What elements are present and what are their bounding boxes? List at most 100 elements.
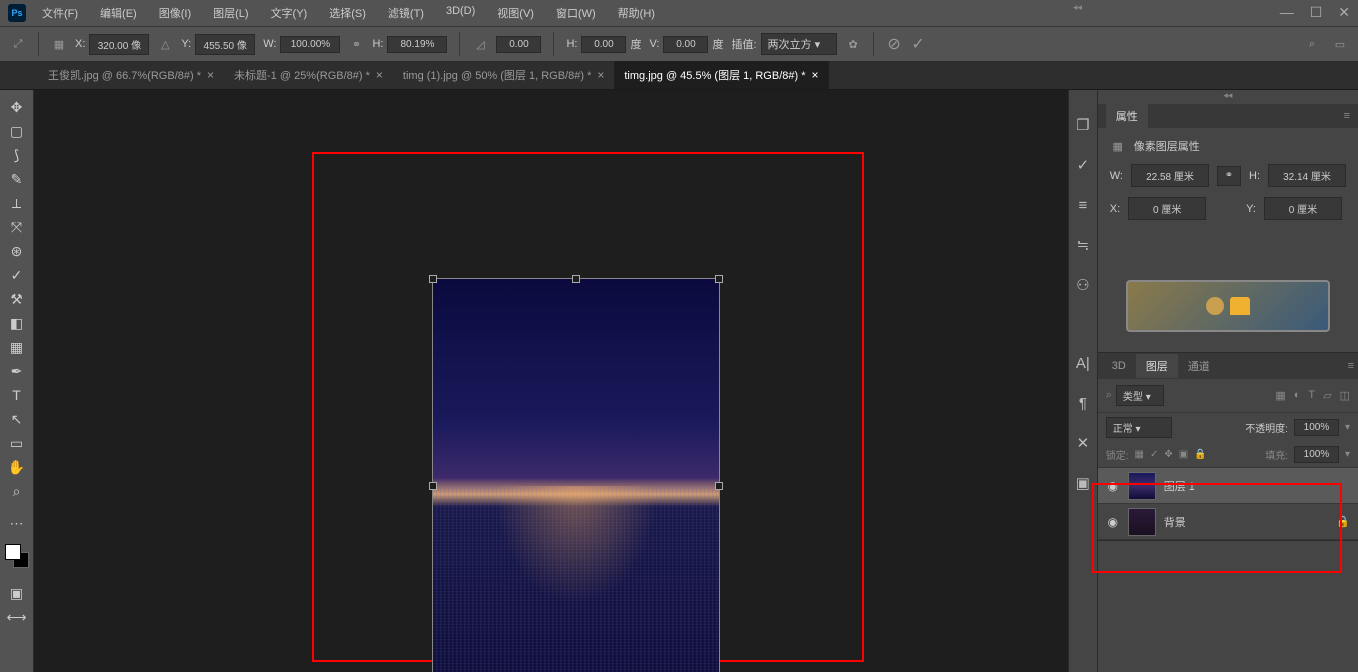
blend-mode-select[interactable]: 正常 ▾ [1106, 417, 1172, 438]
document-tab[interactable]: 王俊凯.jpg @ 66.7%(RGB/8#) *× [38, 61, 224, 89]
link-dimensions-icon[interactable]: ⚭ [1217, 166, 1241, 186]
close-icon[interactable]: × [597, 68, 604, 82]
actions-icon[interactable]: ⚇ [1072, 274, 1094, 296]
link-wh-icon[interactable]: ⚭ [348, 36, 364, 52]
menu-3d[interactable]: 3D(D) [442, 3, 479, 23]
history-icon[interactable]: ❐ [1072, 114, 1094, 136]
tab-channels[interactable]: 通道 [1178, 354, 1220, 378]
angle-input[interactable]: 0.00 [496, 36, 541, 53]
menu-window[interactable]: 窗口(W) [552, 3, 600, 23]
zoom-tool[interactable]: ⌕ [4, 480, 30, 502]
prop-w-input[interactable]: 22.58 厘米 [1131, 164, 1209, 187]
menu-file[interactable]: 文件(F) [38, 3, 82, 23]
close-icon[interactable]: × [812, 68, 819, 82]
workspace-icon[interactable]: ▭ [1332, 36, 1348, 52]
marquee-tool[interactable]: ▢ [4, 120, 30, 142]
fg-color[interactable] [5, 544, 21, 560]
prop-h-input[interactable]: 32.14 厘米 [1268, 164, 1346, 187]
swatches-icon[interactable]: ≡ [1072, 194, 1094, 216]
path-tool[interactable]: ↖ [4, 408, 30, 430]
x-input[interactable]: 320.00 像 [89, 34, 149, 55]
menu-type[interactable]: 文字(Y) [267, 3, 312, 23]
lock-artboard-icon[interactable]: ▣ [1179, 449, 1188, 460]
prop-y-input[interactable]: 0 厘米 [1264, 197, 1342, 220]
close-button[interactable]: ✕ [1338, 4, 1350, 21]
y-input[interactable]: 455.50 像 [195, 34, 255, 55]
clone-tool[interactable]: ⚒ [4, 288, 30, 310]
quickmask-tool[interactable]: ▣ [4, 582, 30, 604]
prop-x-input[interactable]: 0 厘米 [1128, 197, 1206, 220]
menu-filter[interactable]: 滤镜(T) [384, 3, 428, 23]
quick-select-tool[interactable]: ✎ [4, 168, 30, 190]
move-tool[interactable]: ✥ [4, 96, 30, 118]
lock-position-icon[interactable]: ✥ [1164, 449, 1172, 460]
canvas[interactable] [34, 90, 1068, 672]
skew-h-input[interactable]: 0.00 [581, 36, 626, 53]
document-tab[interactable]: timg.jpg @ 45.5% (图层 1, RGB/8#) *× [614, 61, 828, 89]
canvas-image[interactable] [432, 278, 720, 672]
shape-tool[interactable]: ▭ [4, 432, 30, 454]
filter-type-icon[interactable]: T [1308, 389, 1315, 402]
lock-pixels-icon[interactable]: ▦ [1135, 449, 1144, 460]
screenmode-tool[interactable]: ⟷ [4, 606, 30, 628]
lock-paint-icon[interactable]: ✓ [1150, 449, 1158, 460]
panel-menu-icon[interactable]: ≡ [1348, 360, 1354, 372]
document-tab[interactable]: 未标题-1 @ 25%(RGB/8#) *× [224, 61, 393, 89]
filter-pixel-icon[interactable]: ▦ [1275, 389, 1285, 402]
kind-filter[interactable]: 类型 ▾ [1116, 385, 1164, 406]
delta-icon[interactable]: △ [157, 36, 173, 52]
character-icon[interactable]: ≒ [1072, 234, 1094, 256]
cancel-transform-icon[interactable]: ⊘ [886, 36, 902, 52]
interp-select[interactable]: 两次立方 ▾ [761, 33, 838, 55]
brush-tool[interactable]: ✓ [4, 264, 30, 286]
styles-icon[interactable]: ✕ [1072, 432, 1094, 454]
minimize-button[interactable]: — [1280, 4, 1294, 21]
lasso-tool[interactable]: ⟆ [4, 144, 30, 166]
menu-layer[interactable]: 图层(L) [209, 3, 252, 23]
eraser-tool[interactable]: ◧ [4, 312, 30, 334]
skew-v-input[interactable]: 0.00 [663, 36, 708, 53]
opacity-label: 不透明度: [1245, 420, 1288, 435]
search-icon[interactable]: ⌕ [1304, 36, 1320, 52]
filter-shape-icon[interactable]: ▱ [1323, 389, 1331, 402]
filter-adjust-icon[interactable]: ◐ [1294, 389, 1301, 402]
color-swatch[interactable] [5, 544, 29, 568]
h-input[interactable]: 80.19% [387, 36, 447, 53]
menu-image[interactable]: 图像(I) [155, 3, 195, 23]
healing-tool[interactable]: ⊛ [4, 240, 30, 262]
close-icon[interactable]: × [376, 68, 383, 82]
hand-tool[interactable]: ✋ [4, 456, 30, 478]
type-tool[interactable]: T [4, 384, 30, 406]
menu-select[interactable]: 选择(S) [325, 3, 370, 23]
fill-input[interactable]: 100% [1294, 446, 1339, 463]
w-input[interactable]: 100.00% [280, 36, 340, 53]
libraries-icon[interactable]: ▣ [1072, 472, 1094, 494]
a-icon[interactable]: A| [1072, 352, 1094, 374]
menu-view[interactable]: 视图(V) [493, 3, 538, 23]
reference-point-icon[interactable]: ▦ [51, 36, 67, 52]
brush-preset-icon[interactable]: ✓ [1072, 154, 1094, 176]
opacity-input[interactable]: 100% [1294, 419, 1339, 436]
warp-icon[interactable]: ✿ [845, 36, 861, 52]
panel-menu-icon[interactable]: ≡ [1344, 110, 1350, 122]
paragraph-icon[interactable]: ¶ [1072, 392, 1094, 414]
menu-help[interactable]: 帮助(H) [614, 3, 659, 23]
document-tab[interactable]: timg (1).jpg @ 50% (图层 1, RGB/8#) *× [393, 61, 614, 89]
expand-panels-icon[interactable]: ◂◂ [1098, 90, 1358, 104]
properties-tab[interactable]: 属性 [1106, 104, 1148, 128]
crop-tool[interactable]: ⟂ [4, 192, 30, 214]
tab-3d[interactable]: 3D [1102, 356, 1136, 376]
more-tools[interactable]: ⋯ [4, 512, 30, 534]
filter-smart-icon[interactable]: ◫ [1340, 389, 1350, 402]
eyedropper-tool[interactable]: ⤧ [4, 216, 30, 238]
pen-tool[interactable]: ✒ [4, 360, 30, 382]
lock-all-icon[interactable]: 🔒 [1194, 449, 1206, 460]
menu-edit[interactable]: 编辑(E) [96, 3, 141, 23]
gradient-tool[interactable]: ▦ [4, 336, 30, 358]
commit-transform-icon[interactable]: ✓ [910, 36, 926, 52]
maximize-button[interactable]: ☐ [1310, 4, 1323, 21]
tab-layers[interactable]: 图层 [1136, 354, 1178, 378]
expand-icon[interactable]: ◂◂ [1073, 2, 1082, 16]
close-icon[interactable]: × [207, 68, 214, 82]
transform-tool-icon[interactable]: ⤢ [10, 36, 26, 52]
